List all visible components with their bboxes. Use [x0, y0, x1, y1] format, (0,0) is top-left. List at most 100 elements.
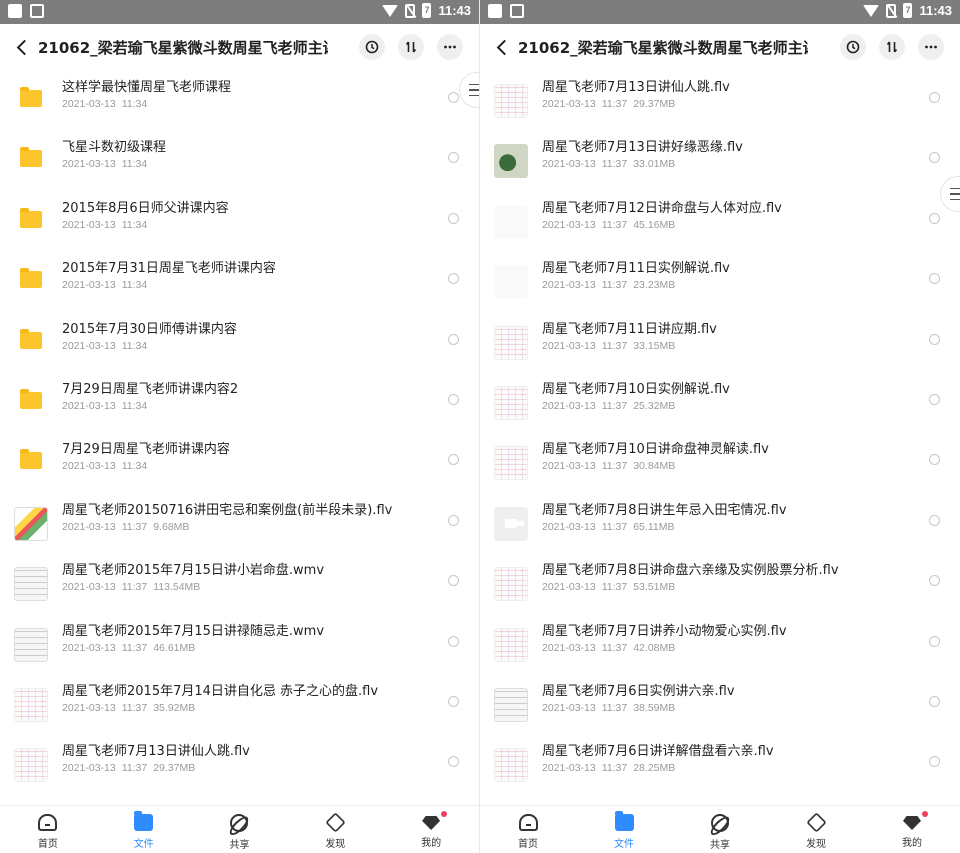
- more-button[interactable]: [437, 34, 463, 60]
- select-radio[interactable]: [929, 454, 940, 466]
- tab-label: 文件: [614, 839, 634, 850]
- profile-gem-icon: [422, 816, 441, 830]
- select-radio[interactable]: [448, 635, 459, 647]
- sort-button[interactable]: [879, 34, 905, 60]
- select-radio[interactable]: [929, 635, 940, 647]
- file-thumbnail: [494, 748, 528, 783]
- more-button[interactable]: [918, 34, 944, 60]
- select-radio[interactable]: [448, 514, 459, 526]
- file-date: 2021-03-13: [542, 399, 596, 412]
- select-radio[interactable]: [448, 695, 459, 707]
- folder-row[interactable]: 2015年7月31日周星飞老师讲课内容 2021-03-13 11:34: [0, 251, 479, 311]
- file-row[interactable]: 周星飞老师7月13日讲好缘恶缘.flv 2021-03-13 11:37 33.01M…: [480, 130, 960, 190]
- file-row[interactable]: 周星飞老师2015年7月15日讲小岩命盘.wmv 2021-03-13 11:37 1…: [0, 553, 479, 613]
- file-row[interactable]: 周星飞老师7月11日讲应期.flv 2021-03-13 11:37 33.15MB: [480, 312, 960, 372]
- file-row[interactable]: 周星飞老师7月10日讲命盘神灵解读.flv 2021-03-13 11:37 30.8…: [480, 432, 960, 492]
- file-row[interactable]: 周星飞老师7月6日讲详解借盘看六亲.flv 2021-03-13 11:37 28.2…: [480, 734, 960, 794]
- file-name: 周星飞老师7月6日实例讲六亲.flv: [542, 683, 735, 699]
- file-row[interactable]: 周星飞老师7月8日讲生年忌入田宅情况.flv 2021-03-13 11:37 65.…: [480, 493, 960, 553]
- status-bar: 7 11:43: [480, 0, 960, 24]
- file-size: 46.61MB: [153, 641, 196, 654]
- folder-row[interactable]: 7月29日周星飞老师讲课内容2 2021-03-13 11:34: [0, 372, 479, 432]
- folder-row[interactable]: 这样学最快懂周星飞老师课程 2021-03-13 11:34: [0, 70, 479, 130]
- file-time: 11:37: [121, 520, 148, 533]
- back-button[interactable]: [14, 38, 32, 56]
- select-radio[interactable]: [929, 92, 940, 103]
- file-row[interactable]: 周星飞老师2015年7月14日讲自化忌 赤子之心的盘.flv 2021-03-13…: [0, 674, 479, 734]
- file-row[interactable]: 周星飞老师7月12日讲命盘与人体对应.flv 2021-03-13 11:37 45.…: [480, 191, 960, 251]
- select-radio[interactable]: [448, 575, 459, 587]
- file-name: 周星飞老师7月11日讲应期.flv: [542, 321, 717, 337]
- select-radio[interactable]: [929, 695, 940, 707]
- file-row[interactable]: 周星飞老师7月11日实例解说.flv 2021-03-13 11:37 23.23MB: [480, 251, 960, 311]
- select-radio[interactable]: [448, 454, 459, 466]
- file-name: 这样学最快懂周星飞老师课程: [62, 80, 232, 95]
- file-row[interactable]: 周星飞老师7月10日实例解说.flv 2021-03-13 11:37 25.32MB: [480, 372, 960, 432]
- select-radio[interactable]: [929, 212, 940, 224]
- file-row[interactable]: 周星飞老师2015年7月15日讲禄随忌走.wmv 2021-03-13 11:37 4…: [0, 614, 479, 674]
- wifi-icon: [382, 4, 399, 17]
- select-radio[interactable]: [448, 212, 459, 224]
- tab-4[interactable]: 我的: [864, 806, 960, 853]
- file-time: 11:37: [601, 581, 628, 594]
- history-button[interactable]: [840, 34, 866, 60]
- file-name: 周星飞老师7月13日讲仙人跳.flv: [542, 80, 730, 95]
- file-size: 9.68MB: [153, 520, 190, 533]
- file-row[interactable]: 周星飞老师7月6日实例讲六亲.flv 2021-03-13 11:37 38.59MB: [480, 674, 960, 734]
- file-size: 65.11MB: [633, 520, 675, 533]
- select-radio[interactable]: [448, 273, 459, 285]
- tab-2[interactable]: 共享: [192, 806, 288, 853]
- file-name: 周星飞老师2015年7月15日讲禄随忌走.wmv: [62, 623, 325, 639]
- file-meta: 2021-03-13 11:37 113.54MB: [62, 581, 200, 593]
- file-thumbnail: [494, 325, 528, 360]
- select-radio[interactable]: [448, 333, 459, 345]
- file-date: 2021-03-13: [542, 158, 596, 171]
- history-button[interactable]: [359, 34, 385, 60]
- file-row[interactable]: 周星飞老师7月7日讲养小动物爱心实例.flv 2021-03-13 11:37 42.…: [480, 614, 960, 674]
- notification-icon: [488, 4, 502, 18]
- file-row[interactable]: 周星飞老师20150716讲田宅忌和案例盘(前半段未录).flv 2021-03-…: [0, 493, 479, 553]
- folder-row[interactable]: 2015年8月6日师父讲课内容 2021-03-13 11:34: [0, 191, 479, 251]
- file-date: 2021-03-13: [542, 218, 596, 231]
- select-radio[interactable]: [929, 514, 940, 526]
- notification-badge: [441, 811, 448, 817]
- tab-2[interactable]: 共享: [672, 806, 768, 853]
- back-button[interactable]: [494, 38, 512, 56]
- file-row[interactable]: 周星飞老师7月8日讲命盘六亲缘及实例股票分析.flv 2021-03-13 11:3…: [480, 553, 960, 613]
- select-radio[interactable]: [929, 273, 940, 285]
- file-name: 周星飞老师7月10日讲命盘神灵解读.flv: [542, 442, 769, 458]
- sort-button[interactable]: [398, 34, 424, 60]
- select-radio[interactable]: [929, 393, 940, 405]
- file-row[interactable]: 周星飞老师7月13日讲仙人跳.flv 2021-03-13 11:37 29.37MB: [480, 70, 960, 130]
- select-radio[interactable]: [929, 333, 940, 345]
- file-date: 2021-03-13: [62, 98, 116, 110]
- select-radio[interactable]: [448, 393, 459, 405]
- file-row[interactable]: 周星飞老师7月13日讲仙人跳.flv 2021-03-13 11:37 29.37MB: [0, 734, 479, 794]
- tab-3[interactable]: 发现: [287, 806, 383, 853]
- select-radio[interactable]: [929, 152, 940, 164]
- select-radio[interactable]: [448, 152, 459, 164]
- status-bar: 7 11:43: [0, 0, 479, 24]
- file-meta: 2021-03-13 11:37 29.37MB: [542, 98, 675, 110]
- wifi-icon: [863, 4, 880, 17]
- tab-1[interactable]: 文件: [96, 806, 192, 853]
- select-radio[interactable]: [929, 575, 940, 587]
- select-radio[interactable]: [448, 756, 459, 768]
- header: 21062_梁若瑜飞星紫微斗数周星飞老师主讲...: [0, 24, 479, 70]
- file-size: 23.23MB: [633, 279, 676, 292]
- tab-0[interactable]: 首页: [480, 806, 576, 853]
- folder-row[interactable]: 7月29日周星飞老师讲课内容 2021-03-13 11:34: [0, 432, 479, 492]
- tab-0[interactable]: 首页: [0, 806, 96, 853]
- tab-4[interactable]: 我的: [383, 806, 479, 853]
- tab-label: 发现: [325, 839, 346, 850]
- folder-row[interactable]: 飞星斗数初级课程 2021-03-13 11:34: [0, 130, 479, 190]
- select-radio[interactable]: [448, 92, 459, 103]
- file-time: 11:34: [121, 158, 148, 171]
- tab-1[interactable]: 文件: [576, 806, 672, 853]
- file-time: 11:37: [121, 641, 148, 654]
- select-radio[interactable]: [929, 756, 940, 768]
- file-name: 2015年7月30日师傅讲课内容: [62, 321, 237, 337]
- file-meta: 2021-03-13 11:37 42.08MB: [542, 642, 675, 654]
- folder-row[interactable]: 2015年7月30日师傅讲课内容 2021-03-13 11:34: [0, 312, 479, 372]
- tab-3[interactable]: 发现: [768, 806, 864, 853]
